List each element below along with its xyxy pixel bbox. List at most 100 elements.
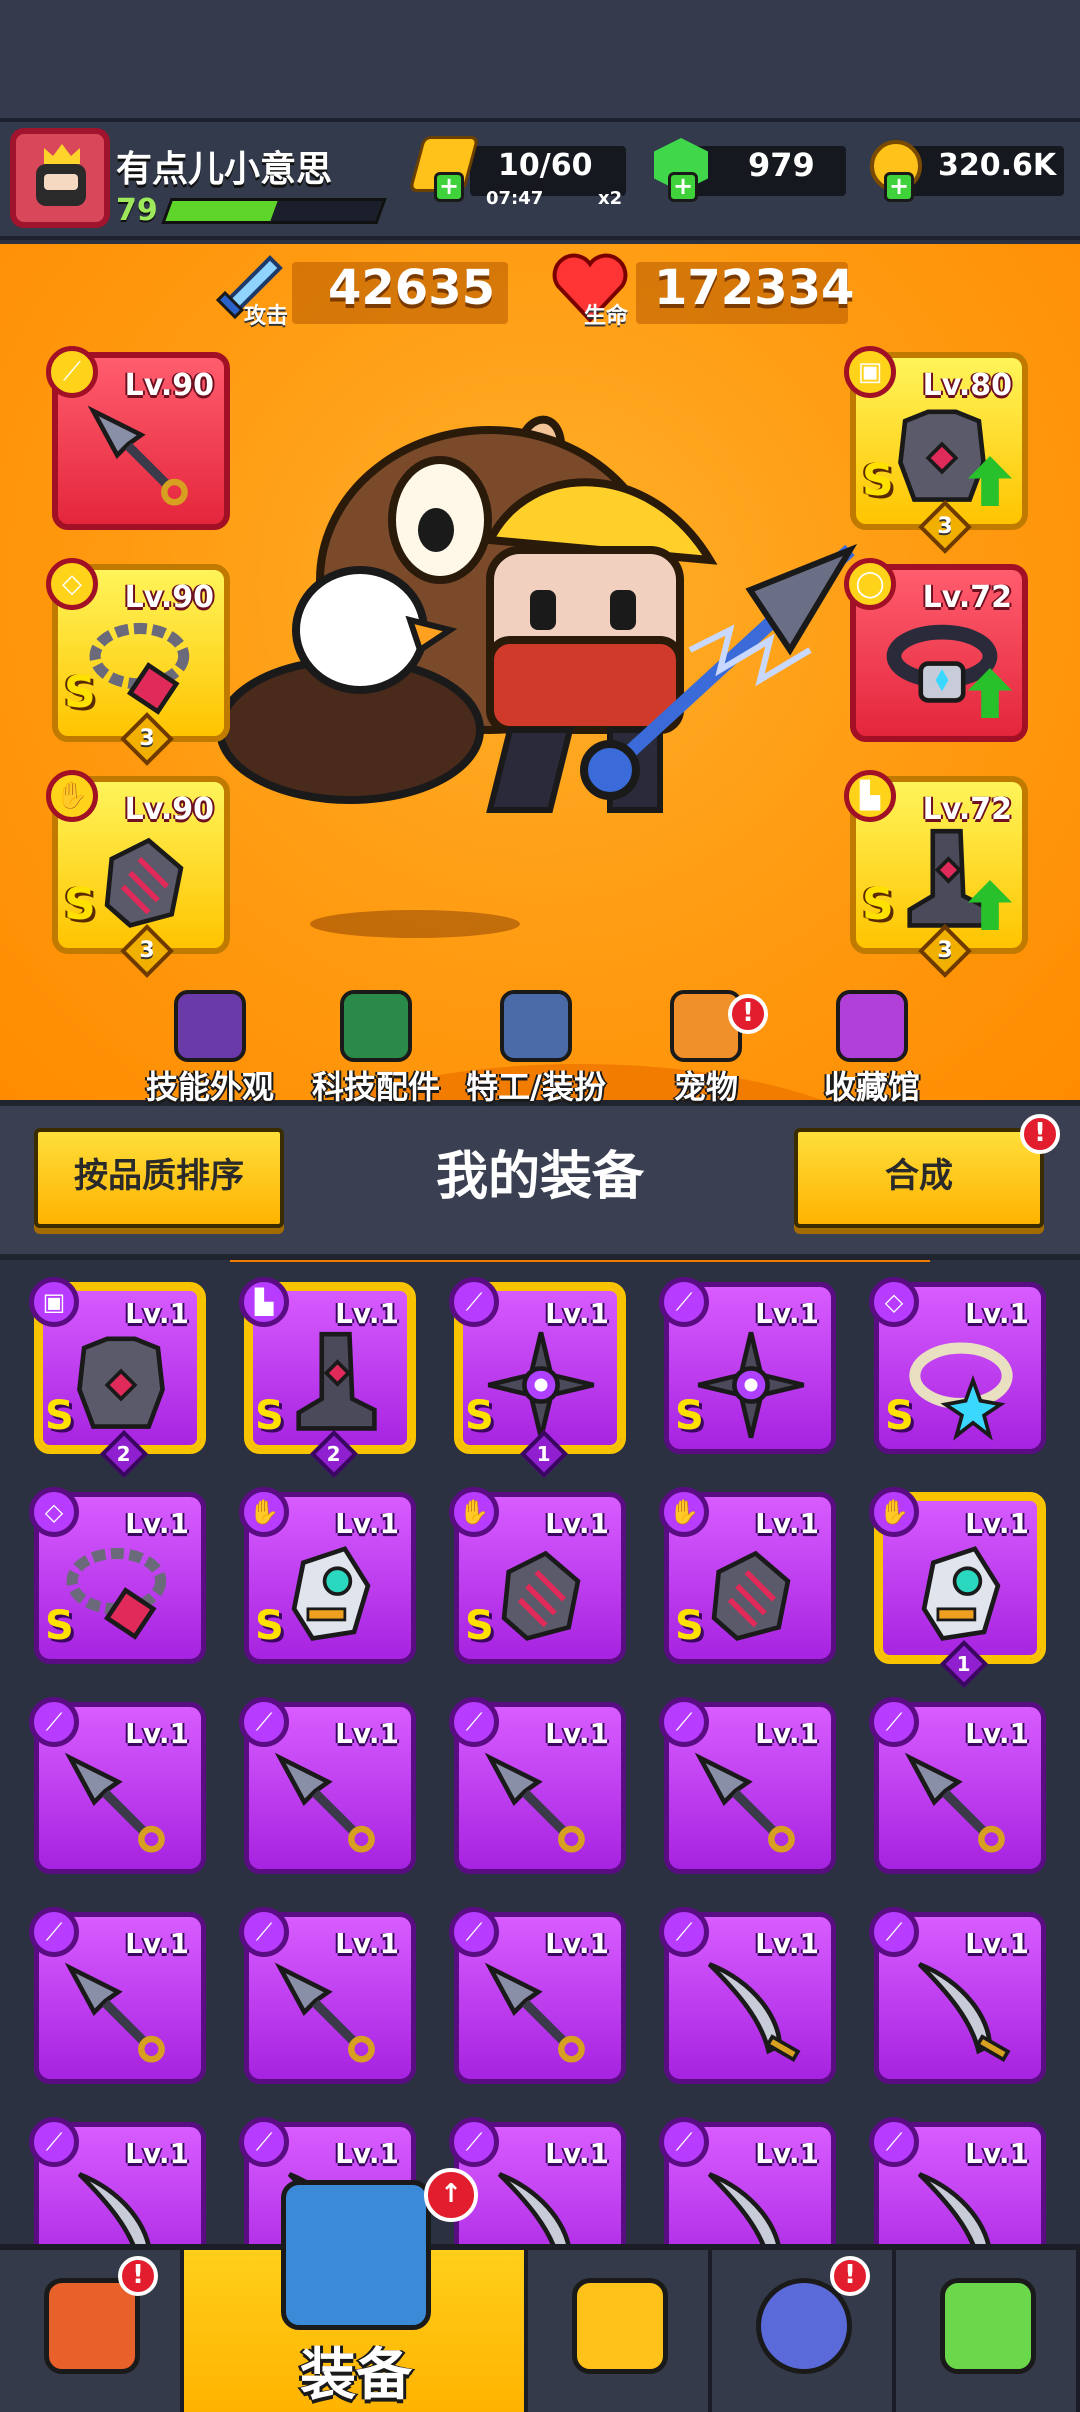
kunai-icon [64, 1962, 165, 2063]
mech-glove-icon [921, 1546, 1001, 1641]
sword-icon [917, 2172, 991, 2244]
equipped-slot-level: Lv.90 [124, 368, 214, 403]
inventory-item-sword[interactable]: ⟋ Lv.1 [659, 1907, 836, 2084]
equipped-slot-right-armor[interactable]: ▣ Lv.80 S 3 [844, 346, 1028, 554]
star-swords-icon [572, 2278, 668, 2374]
shuriken-icon [697, 1331, 805, 1439]
equipped-slot-left-gloves[interactable]: ✋ Lv.90 S 3 [46, 770, 230, 978]
sword-icon [497, 2172, 571, 2244]
player-avatar[interactable] [10, 128, 110, 228]
hero-character-illustration [216, 415, 858, 813]
menu-agent[interactable]: 特工/装扮 [446, 990, 626, 1106]
equipped-slot-left-kunai[interactable]: ⟋ Lv.90 [46, 346, 230, 530]
nav-tab-label: 装备 [300, 2343, 412, 2408]
grade-badge: S [675, 1603, 704, 1649]
inventory-item-kunai[interactable]: ⟋ Lv.1 [29, 1697, 206, 1874]
pet-alert-badge: ! [728, 994, 768, 1034]
equipped-slot-right-belt[interactable]: ◯ Lv.72 [844, 558, 1028, 742]
gloves-category-icon: ✋ [659, 1487, 709, 1537]
inventory-item-mech-glove[interactable]: ✋ Lv.1 S [239, 1487, 416, 1664]
kunai-category-icon: ⟋ [29, 1907, 79, 1957]
grade-badge: S [255, 1603, 284, 1649]
item-level: Lv.1 [965, 1297, 1029, 1330]
inventory-item-necklace[interactable]: ◇ Lv.1 S [29, 1487, 206, 1664]
menu-collection-chest[interactable]: 收藏馆 [782, 990, 962, 1106]
inventory-item-sword[interactable]: ⟋ Lv.1 [449, 2117, 626, 2244]
inventory-item-sword[interactable]: ⟋ Lv.1 [659, 2117, 836, 2244]
kunai-icon [274, 1962, 375, 2063]
inventory-item-sword[interactable]: ⟋ Lv.1 [869, 2117, 1046, 2244]
energy-multiplier: x2 [598, 188, 623, 209]
star-count: 3 [937, 514, 953, 539]
sword-category-icon: ⟋ [449, 2117, 499, 2167]
menu-wizard-hat[interactable]: 技能外观 [120, 990, 300, 1106]
sort-by-quality-button[interactable]: 按品质排序 [34, 1128, 284, 1228]
inventory-item-mech-glove[interactable]: ✋ Lv.1 1 [869, 1487, 1046, 1689]
item-level: Lv.1 [755, 1717, 819, 1750]
inventory-item-shuriken[interactable]: ⟋ Lv.1 S [659, 1277, 836, 1454]
equipped-slot-left-necklace[interactable]: ◇ Lv.90 S 3 [46, 558, 230, 766]
add-gems-button[interactable]: + [668, 172, 698, 202]
add-coins-button[interactable]: + [884, 172, 914, 202]
inventory-item-kunai[interactable]: ⟋ Lv.1 [659, 1697, 836, 1874]
player-level: 79 [116, 193, 158, 228]
grade-badge: S [64, 667, 96, 718]
necklace-category-icon: ◇ [46, 558, 98, 610]
inventory-grid[interactable]: ▣ Lv.1 S 2 ▙ Lv.1 S 2 ⟋ Lv.1 S 1 ⟋ Lv.1 S ◇ Lv.1 S ◇ Lv.1 S ✋… [0, 1262, 1080, 2244]
boots-icon [296, 1331, 377, 1431]
sword-category-icon: ⟋ [659, 2117, 709, 2167]
inventory-item-kunai[interactable]: ⟋ Lv.1 [239, 1907, 416, 2084]
gloves-icon [501, 1550, 581, 1641]
armor-icon [77, 1336, 165, 1429]
inventory-item-gloves[interactable]: ✋ Lv.1 S [659, 1487, 836, 1664]
menu-shiba-dog[interactable]: 宠物 [616, 990, 796, 1106]
item-level: Lv.1 [125, 1297, 189, 1330]
inventory-item-kunai[interactable]: ⟋ Lv.1 [29, 1907, 206, 2084]
sword-icon [707, 1962, 801, 2063]
item-level: Lv.1 [965, 1507, 1029, 1540]
grade-badge: S [862, 879, 894, 930]
necklace-icon [89, 622, 190, 715]
equipped-slot-level: Lv.90 [124, 792, 214, 827]
item-level: Lv.1 [545, 2137, 609, 2170]
inventory-item-kunai[interactable]: ⟋ Lv.1 [869, 1697, 1046, 1874]
kunai-category-icon: ⟋ [29, 1697, 79, 1747]
inventory-item-boots[interactable]: ▙ Lv.1 S 2 [239, 1277, 416, 1479]
dna-capsule-icon [940, 2278, 1036, 2374]
item-level: Lv.1 [545, 1297, 609, 1330]
shuriken-category-icon: ⟋ [659, 1277, 709, 1327]
add-energy-button[interactable]: + [434, 172, 464, 202]
star-count: 2 [326, 1441, 341, 1466]
grade-badge: S [45, 1393, 74, 1439]
inventory-item-shuriken[interactable]: ⟋ Lv.1 S 1 [449, 1277, 626, 1479]
inventory-item-sword[interactable]: ⟋ Lv.1 [29, 2117, 206, 2244]
inventory-item-ring[interactable]: ◇ Lv.1 S [869, 1277, 1046, 1454]
inventory-item-kunai[interactable]: ⟋ Lv.1 [449, 1697, 626, 1874]
merge-button[interactable]: 合成 [794, 1128, 1044, 1228]
hex-chip-icon [340, 990, 412, 1062]
ring-category-icon: ◇ [869, 1277, 919, 1327]
inventory-item-kunai[interactable]: ⟋ Lv.1 [239, 1697, 416, 1874]
inventory-item-armor[interactable]: ▣ Lv.1 S 2 [29, 1277, 206, 1479]
mech-glove-category-icon: ✋ [239, 1487, 289, 1537]
inventory-item-gloves[interactable]: ✋ Lv.1 S [449, 1487, 626, 1664]
mech-glove-icon [291, 1546, 371, 1641]
item-level: Lv.1 [125, 2137, 189, 2170]
kunai-category-icon: ⟋ [449, 1907, 499, 1957]
necklace-category-icon: ◇ [29, 1487, 79, 1537]
wizard-hat-icon [174, 990, 246, 1062]
equipment-icon [281, 2180, 431, 2330]
inventory-item-kunai[interactable]: ⟋ Lv.1 [449, 1907, 626, 2084]
inventory-item-sword[interactable]: ⟋ Lv.1 [869, 1907, 1046, 2084]
shuriken-icon [487, 1331, 595, 1439]
equipped-slot-level: Lv.72 [922, 792, 1012, 827]
menu-label: 宠物 [673, 1068, 738, 1106]
menu-hex-chip[interactable]: 科技配件 [286, 990, 466, 1106]
equipped-slot-right-boots[interactable]: ▙ Lv.72 S 3 [844, 770, 1028, 978]
shuriken-category-icon: ⟋ [449, 1277, 499, 1327]
attack-label: 攻击 [244, 304, 289, 329]
nav-alert-badge: ! [118, 2256, 158, 2296]
sword-category-icon: ⟋ [239, 2117, 289, 2167]
item-level: Lv.1 [125, 1717, 189, 1750]
sword-icon [917, 1962, 1011, 2063]
